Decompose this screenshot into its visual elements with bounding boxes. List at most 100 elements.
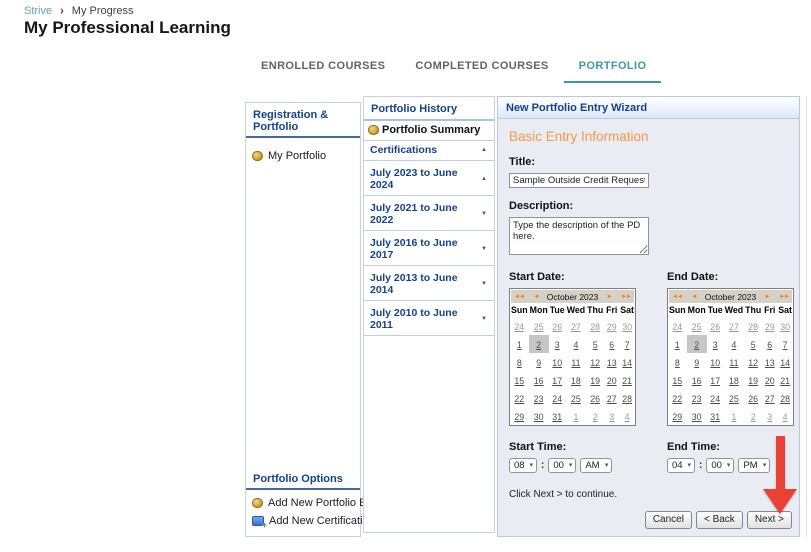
end-calendar-date[interactable]: 11 [729,358,738,368]
title-input[interactable] [509,173,649,188]
end-calendar-date[interactable]: 24 [672,322,682,332]
end-calendar-date[interactable]: 8 [675,358,680,368]
end-calendar-date[interactable]: 26 [710,322,720,332]
start-calendar-date[interactable]: 25 [534,322,544,332]
end-prev-month-icon[interactable]: ◄ [690,294,697,300]
end-next-year-icon[interactable]: ►► [778,294,790,300]
start-calendar-date[interactable]: 2 [593,412,598,422]
start-calendar-date[interactable]: 10 [552,358,562,368]
start-next-month-icon[interactable]: ► [606,294,613,300]
start-calendar-date[interactable]: 15 [514,376,524,386]
history-row-july-2023-to-june-2024[interactable]: July 2023 to June 2024▲ [364,164,494,196]
back-button[interactable]: < Back [696,511,743,529]
start-calendar-date[interactable]: 20 [607,376,617,386]
end-calendar-date[interactable]: 31 [710,412,720,422]
history-row-july-2021-to-june-2022[interactable]: July 2021 to June 2022▼ [364,199,494,231]
end-calendar-date[interactable]: 30 [780,322,790,332]
start-calendar-date[interactable]: 14 [622,358,632,368]
end-calendar-date[interactable]: 7 [783,340,788,350]
end-calendar-date[interactable]: 3 [713,340,718,350]
end-calendar-date[interactable]: 4 [783,412,788,422]
end-minute-select[interactable]: 00 ▾ [706,458,734,473]
end-calendar-date[interactable]: 10 [710,358,720,368]
start-calendar-date[interactable]: 28 [622,394,632,404]
tab-portfolio[interactable]: PORTFOLIO [564,53,662,83]
end-calendar-date[interactable]: 22 [672,394,682,404]
start-calendar-date[interactable]: 4 [625,412,630,422]
start-calendar-date[interactable]: 30 [534,412,544,422]
start-calendar-date[interactable]: 23 [534,394,544,404]
start-calendar-date[interactable]: 24 [514,322,524,332]
start-calendar-date[interactable]: 9 [536,358,541,368]
end-calendar-date[interactable]: 17 [710,376,720,386]
description-textarea[interactable]: Type the description of the PD here. [509,217,649,255]
end-calendar-date[interactable]: 23 [692,394,702,404]
start-calendar-date[interactable]: 11 [571,358,580,368]
end-calendar-date[interactable]: 9 [694,358,699,368]
end-calendar-date-selected[interactable]: 2 [694,340,699,350]
end-calendar-date[interactable]: 1 [731,412,736,422]
end-calendar-date[interactable]: 29 [765,322,775,332]
end-calendar-date[interactable]: 16 [692,376,702,386]
start-calendar-date[interactable]: 3 [555,340,560,350]
start-calendar-date[interactable]: 18 [571,376,581,386]
breadcrumb-root-link[interactable]: Strive [24,5,52,17]
end-hour-select[interactable]: 04 ▾ [667,458,695,473]
start-calendar-date[interactable]: 22 [514,394,524,404]
start-calendar-date[interactable]: 27 [571,322,581,332]
start-prev-month-icon[interactable]: ◄ [532,294,539,300]
history-row-july-2016-to-june-2017[interactable]: July 2016 to June 2017▼ [364,234,494,266]
end-calendar-date[interactable]: 20 [765,376,775,386]
start-calendar-date[interactable]: 26 [552,322,562,332]
add-new-certification-link[interactable]: Add New Certification [246,512,360,530]
end-calendar-date[interactable]: 18 [729,376,739,386]
add-new-portfolio-entry-link[interactable]: Add New Portfolio Entry [246,494,360,512]
start-calendar-date[interactable]: 21 [622,376,632,386]
start-calendar-date[interactable]: 7 [625,340,630,350]
end-calendar-date[interactable]: 12 [748,358,758,368]
sidebar-item-my-portfolio[interactable]: My Portfolio [246,147,360,165]
start-calendar-date[interactable]: 16 [534,376,544,386]
tab-completed-courses[interactable]: COMPLETED COURSES [400,53,563,83]
start-calendar-date[interactable]: 12 [590,358,600,368]
start-calendar-date[interactable]: 13 [607,358,617,368]
start-calendar-date[interactable]: 29 [514,412,524,422]
end-calendar-date[interactable]: 2 [751,412,756,422]
end-calendar-date[interactable]: 6 [767,340,772,350]
history-row-july-2013-to-june-2014[interactable]: July 2013 to June 2014▼ [364,269,494,301]
tab-enrolled-courses[interactable]: ENROLLED COURSES [246,53,400,83]
start-next-year-icon[interactable]: ►► [620,294,632,300]
start-calendar-date[interactable]: 28 [590,322,600,332]
end-calendar-date[interactable]: 26 [748,394,758,404]
portfolio-summary-link[interactable]: Portfolio Summary [364,121,494,141]
start-calendar-date[interactable]: 30 [622,322,632,332]
end-calendar-date[interactable]: 14 [780,358,790,368]
start-prev-year-icon[interactable]: ◄◄ [513,294,525,300]
start-calendar-date[interactable]: 8 [517,358,522,368]
start-calendar-date[interactable]: 6 [609,340,614,350]
end-calendar-date[interactable]: 15 [672,376,682,386]
end-calendar-date[interactable]: 28 [748,322,758,332]
end-calendar-date[interactable]: 29 [672,412,682,422]
start-calendar-date[interactable]: 19 [590,376,600,386]
history-row-certifications[interactable]: Certifications▲ [364,141,494,161]
end-calendar-date[interactable]: 27 [765,394,775,404]
start-meridiem-select[interactable]: AM ▾ [580,458,612,473]
end-next-month-icon[interactable]: ► [764,294,771,300]
start-calendar-date[interactable]: 25 [571,394,581,404]
end-calendar-date[interactable]: 3 [767,412,772,422]
cancel-button[interactable]: Cancel [645,511,692,529]
start-calendar-date[interactable]: 29 [607,322,617,332]
end-calendar-date[interactable]: 21 [780,376,790,386]
start-calendar-date[interactable]: 4 [573,340,578,350]
end-meridiem-select[interactable]: PM ▾ [738,458,770,473]
end-calendar-date[interactable]: 5 [751,340,756,350]
end-calendar-date[interactable]: 4 [731,340,736,350]
end-calendar-date[interactable]: 28 [780,394,790,404]
start-calendar-date[interactable]: 27 [607,394,617,404]
end-calendar-date[interactable]: 13 [765,358,775,368]
end-calendar-date[interactable]: 27 [729,322,739,332]
start-calendar-date[interactable]: 1 [573,412,578,422]
end-calendar-date[interactable]: 25 [729,394,739,404]
end-prev-year-icon[interactable]: ◄◄ [671,294,683,300]
